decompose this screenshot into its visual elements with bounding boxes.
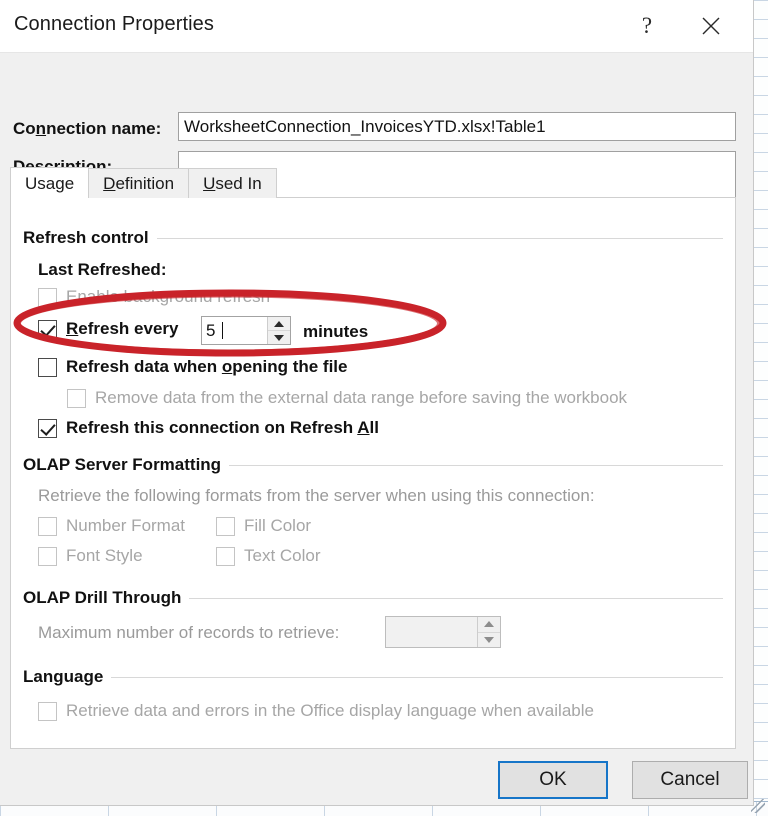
olap-formats-intro: Retrieve the following formats from the … (38, 486, 595, 505)
close-button[interactable] (689, 6, 733, 46)
group-refresh-control-title: Refresh control (23, 228, 149, 247)
checkbox-refresh-on-refresh-all[interactable]: Refresh this connection on Refresh All (38, 418, 379, 438)
refresh-interval-input[interactable] (202, 317, 267, 344)
checkbox-label: Text Color (244, 546, 321, 565)
question-mark-icon: ? (641, 13, 653, 38)
last-refreshed-label: Last Refreshed: (38, 260, 167, 279)
checkbox-fill-color[interactable]: Fill Color (216, 516, 311, 536)
spinner-down-icon[interactable] (478, 631, 500, 648)
checkbox-refresh-every[interactable]: Refresh every (38, 319, 178, 339)
group-rule (189, 597, 723, 599)
checkbox-box (38, 287, 57, 307)
checkbox-box (216, 546, 235, 566)
group-refresh-control: Refresh control (23, 228, 723, 248)
checkbox-label: Fill Color (244, 516, 312, 535)
checkbox-label: Remove data from the external data range… (95, 388, 628, 407)
checkbox-label: Refresh this connection on Refresh All (66, 418, 379, 437)
dialog-title: Connection Properties (14, 13, 214, 35)
checkbox-enable-background-refresh[interactable]: Enable background refresh (38, 287, 270, 307)
checkbox-label: Enable background refresh (66, 287, 271, 306)
checkbox-label: Number Format (66, 516, 186, 535)
checkbox-box (38, 357, 57, 377)
tab-usage-label: Usage (25, 174, 75, 193)
tab-definition-label: Definition (103, 174, 175, 193)
group-rule (229, 464, 723, 466)
checkbox-label: Retrieve data and errors in the Office d… (66, 701, 594, 720)
spinner-up-icon[interactable] (268, 317, 290, 330)
group-language-title: Language (23, 667, 104, 686)
tab-definition[interactable]: Definition (88, 168, 190, 198)
cancel-button[interactable]: Cancel (632, 761, 748, 799)
tabstrip: Usage Definition Used In (10, 167, 277, 198)
max-records-input[interactable] (386, 617, 477, 647)
checkbox-box (38, 546, 57, 566)
group-language: Language (23, 667, 723, 687)
group-olap-drill-through-title: OLAP Drill Through (23, 588, 182, 607)
checkbox-font-style[interactable]: Font Style (38, 546, 143, 566)
checkbox-label: Refresh data when opening the file (66, 357, 348, 376)
dialog-header-form: Connection name: Description: (0, 52, 753, 206)
checkbox-label: Font Style (66, 546, 143, 565)
max-records-spinner[interactable] (385, 616, 501, 648)
checkbox-box (67, 388, 86, 408)
connection-name-label: Connection name: (13, 119, 162, 138)
group-rule (156, 237, 723, 239)
minutes-label: minutes (303, 322, 369, 341)
group-olap-drill-through: OLAP Drill Through (23, 588, 723, 608)
ok-button[interactable]: OK (498, 761, 608, 799)
spinner-up-icon[interactable] (478, 617, 500, 632)
group-olap-server-formatting: OLAP Server Formatting (23, 455, 723, 475)
checkbox-box (38, 418, 57, 438)
refresh-interval-spinner[interactable] (201, 316, 291, 345)
checkbox-number-format[interactable]: Number Format (38, 516, 185, 536)
tab-used-in[interactable]: Used In (188, 168, 277, 198)
checkbox-refresh-on-open[interactable]: Refresh data when opening the file (38, 357, 348, 377)
checkbox-box (38, 516, 57, 536)
spinner-down-icon[interactable] (268, 330, 290, 344)
checkbox-box (38, 319, 57, 339)
max-records-label: Maximum number of records to retrieve: (38, 623, 340, 642)
checkbox-box (216, 516, 235, 536)
spinner-buttons (267, 317, 290, 344)
connection-name-input[interactable] (178, 112, 736, 141)
tab-usage[interactable]: Usage (10, 167, 90, 198)
group-olap-server-formatting-title: OLAP Server Formatting (23, 455, 222, 474)
checkbox-office-display-language[interactable]: Retrieve data and errors in the Office d… (38, 701, 594, 721)
checkbox-remove-data-before-save[interactable]: Remove data from the external data range… (67, 388, 627, 408)
usage-tab-panel: Refresh control Last Refreshed: Enable b… (10, 197, 736, 749)
connection-properties-dialog: Connection Properties ? Connection name:… (0, 0, 754, 806)
checkbox-label: Refresh every (66, 319, 179, 338)
text-caret (222, 322, 223, 339)
spinner-buttons (477, 617, 500, 647)
dialog-titlebar: Connection Properties ? (0, 0, 753, 52)
group-rule (111, 676, 723, 678)
help-button[interactable]: ? (625, 6, 669, 46)
tab-used-in-label: Used In (203, 174, 262, 193)
close-icon (702, 17, 720, 35)
checkbox-box (38, 701, 57, 721)
checkbox-text-color[interactable]: Text Color (216, 546, 321, 566)
